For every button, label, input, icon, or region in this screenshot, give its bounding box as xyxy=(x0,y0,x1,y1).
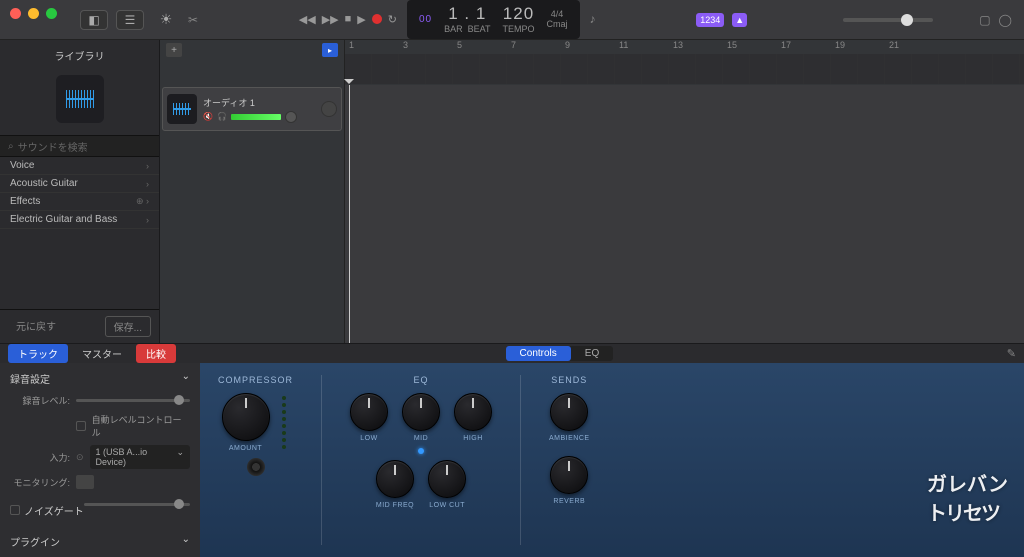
count-in-badge[interactable]: 1234 xyxy=(696,13,724,27)
collapse-icon[interactable]: ⌄ xyxy=(182,534,190,549)
automation-button[interactable]: ▸ xyxy=(322,43,338,57)
library-title: ライブラリ xyxy=(0,40,159,71)
collapse-icon[interactable]: ⌄ xyxy=(182,371,190,386)
tab-track[interactable]: トラック xyxy=(8,344,68,363)
forward-button[interactable]: ▶▶ xyxy=(322,13,339,26)
library-category-acoustic-guitar[interactable]: Acoustic Guitar› xyxy=(0,175,159,193)
compressor-amount-knob[interactable] xyxy=(222,393,270,441)
headphone-icon[interactable]: 🎧 xyxy=(217,112,227,121)
eq-label: EQ xyxy=(414,375,429,385)
editor-toggle-button[interactable]: ☀ xyxy=(152,10,180,30)
inspector-header: 録音設定 xyxy=(10,371,50,386)
scissors-icon[interactable]: ✂ xyxy=(188,13,198,27)
revert-button[interactable]: 元に戻す xyxy=(8,316,64,337)
playhead[interactable] xyxy=(349,85,350,343)
search-icon: ⌕ xyxy=(8,141,14,152)
monitoring-button[interactable] xyxy=(76,475,94,489)
toolbar: ◧ ☰ ☀ ✂ ◀◀ ▶▶ ■ ▶ ↻ 00 1 . 1BAR BEAT 120… xyxy=(0,0,1024,40)
tab-compare[interactable]: 比較 xyxy=(136,344,176,363)
input-jack-icon xyxy=(247,458,265,476)
add-track-button[interactable]: + xyxy=(166,43,182,57)
smart-controls-panel: COMPRESSOR AMOUNT EQ LOW MID HIGH xyxy=(200,363,1024,557)
compressor-label: COMPRESSOR xyxy=(218,375,293,385)
loops-button[interactable]: ◯ xyxy=(999,13,1012,27)
eq-lowcut-knob[interactable] xyxy=(428,460,466,498)
edit-icon[interactable]: ✎ xyxy=(1007,347,1016,360)
tuner-icon[interactable]: ♪ xyxy=(590,12,596,26)
tempo-display: 120 xyxy=(503,4,534,24)
eq-high-knob[interactable] xyxy=(454,393,492,431)
input-select[interactable]: 1 (USB A...io Device)⌄ xyxy=(90,445,190,469)
sends-label: SENDS xyxy=(551,375,587,385)
maximize-window-button[interactable] xyxy=(46,8,57,19)
volume-meter[interactable] xyxy=(231,114,281,120)
library-toggle-button[interactable]: ◧ xyxy=(80,10,108,30)
record-enable-button[interactable] xyxy=(321,101,337,117)
library-category-effects[interactable]: Effects⊕ › xyxy=(0,193,159,211)
patch-icon xyxy=(56,75,104,123)
library-category-electric-guitar[interactable]: Electric Guitar and Bass› xyxy=(0,211,159,229)
noise-gate-label: ノイズゲート xyxy=(24,507,84,518)
rec-level-slider[interactable] xyxy=(76,399,190,402)
eq-mid-knob[interactable] xyxy=(402,393,440,431)
tab-master[interactable]: マスター xyxy=(72,344,132,363)
plugin-header: プラグイン xyxy=(10,534,60,549)
ambience-send-knob[interactable] xyxy=(550,393,588,431)
notepad-button[interactable]: ▢ xyxy=(979,13,990,27)
lcd-display[interactable]: 00 1 . 1BAR BEAT 120TEMPO 4/4Cmaj xyxy=(407,0,580,39)
timesig-display: 4/4 xyxy=(551,9,564,20)
arrange-area[interactable] xyxy=(345,85,1024,343)
inspector-panel: 録音設定⌄ 録音レベル: 自動レベルコントロール 入力:⊙1 (USB A...… xyxy=(0,363,200,557)
track-header[interactable]: オーディオ 1 🔇 🎧 xyxy=(162,87,342,131)
key-display: Cmaj xyxy=(547,19,568,30)
record-button[interactable] xyxy=(372,14,382,24)
track-icon xyxy=(167,94,197,124)
minimize-window-button[interactable] xyxy=(28,8,39,19)
mute-icon[interactable]: 🔇 xyxy=(203,112,213,121)
cycle-button[interactable]: ↻ xyxy=(388,13,397,26)
rewind-button[interactable]: ◀◀ xyxy=(299,13,316,26)
watermark: ガレバン トリセツ xyxy=(927,468,1008,526)
tab-eq[interactable]: EQ xyxy=(571,346,613,361)
eq-active-led xyxy=(418,448,424,454)
track-name: オーディオ 1 xyxy=(203,96,315,109)
eq-low-knob[interactable] xyxy=(350,393,388,431)
ruler[interactable]: 13579111315171921 xyxy=(345,40,1024,85)
play-button[interactable]: ▶ xyxy=(357,13,365,26)
eq-midfreq-knob[interactable] xyxy=(376,460,414,498)
library-sidebar: ライブラリ ⌕ サウンドを検索 Voice› Acoustic Guitar› … xyxy=(0,40,160,343)
close-window-button[interactable] xyxy=(10,8,21,19)
pan-knob[interactable] xyxy=(285,111,297,123)
master-volume-slider[interactable] xyxy=(843,18,933,22)
stop-button[interactable]: ■ xyxy=(345,13,352,25)
position-display: 1 . 1 xyxy=(448,4,486,24)
library-category-voice[interactable]: Voice› xyxy=(0,157,159,175)
metronome-button[interactable]: ▲ xyxy=(732,13,747,27)
library-search-input[interactable]: ⌕ サウンドを検索 xyxy=(0,135,159,157)
auto-level-checkbox[interactable] xyxy=(76,421,86,431)
tab-controls[interactable]: Controls xyxy=(506,346,571,361)
noise-gate-slider[interactable] xyxy=(84,503,190,506)
reverb-send-knob[interactable] xyxy=(550,456,588,494)
mixer-toggle-button[interactable]: ☰ xyxy=(116,10,144,30)
save-button[interactable]: 保存... xyxy=(105,316,151,337)
